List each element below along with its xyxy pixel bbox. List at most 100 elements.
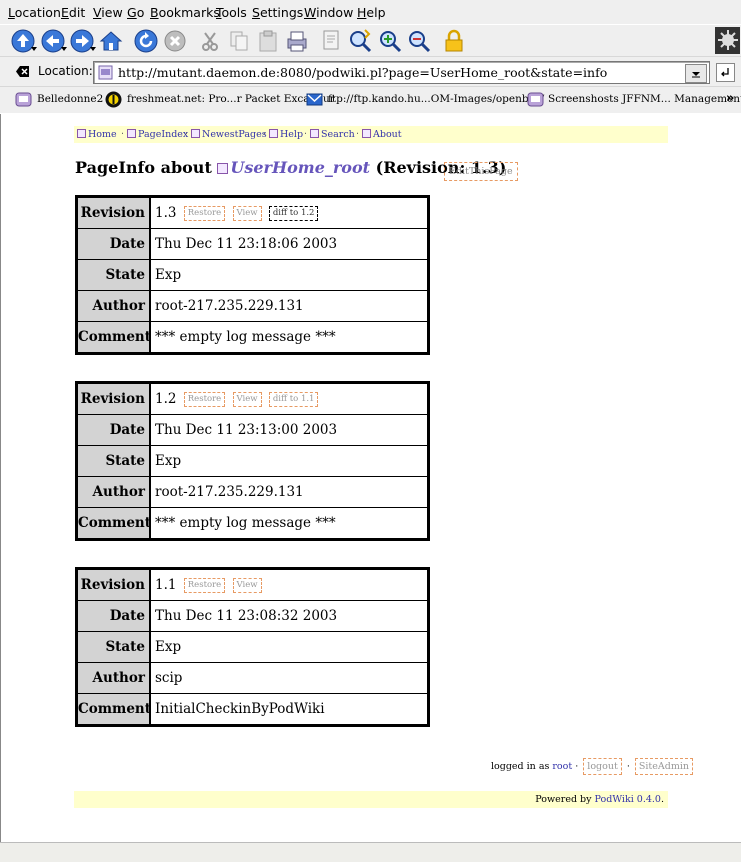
date-label: Date [78,601,151,631]
bookmark-1[interactable]: Belledonne2 [37,93,103,105]
edit-this-page-button[interactable]: EditThisPage [444,162,518,181]
location-bar: Location: http://mutant.daemon.de:8080/p… [0,56,741,86]
bookmark-2-icon [105,91,122,108]
state-value: Exp [155,453,182,469]
print-icon[interactable] [284,28,310,54]
bookmark-4-icon [527,91,544,108]
nav-help[interactable]: Help [269,129,303,140]
state-value: Exp [155,639,182,655]
menu-tools[interactable]: Tools [216,5,247,20]
stop-icon[interactable] [162,28,188,54]
date-label: Date [78,229,151,259]
url-history-dropdown[interactable] [685,64,707,83]
nav-about[interactable]: About [362,129,402,140]
menu-help[interactable]: Help [357,5,386,20]
menu-bookmarks[interactable]: Bookmarks [150,5,220,20]
view-button[interactable]: View [232,392,262,407]
menu-settings[interactable]: Settings [252,5,303,20]
comment-label: Comment [78,322,151,352]
wiki-nav-bar: Home · PageIndex · NewestPages · Help · … [74,126,668,143]
diff-button[interactable]: diff to 1.2 [268,206,319,221]
menu-edit[interactable]: Edit [61,5,85,20]
nav-home[interactable]: Home [77,129,117,140]
restore-button[interactable]: Restore [183,392,226,407]
revision-number: 1.2 [155,391,177,407]
view-button[interactable]: View [232,206,262,221]
state-row: State Exp [78,446,427,477]
view-button[interactable]: View [232,578,262,593]
url-input[interactable]: http://mutant.daemon.de:8080/podwiki.pl?… [93,61,710,84]
title-prefix: PageInfo about [75,158,212,177]
author-row: Author root-217.235.229.131 [78,477,427,508]
more-bookmarks-icon[interactable]: » [726,91,734,106]
diff-button[interactable]: diff to 1.1 [268,392,319,407]
podwiki-link[interactable]: PodWiki 0.4.0 [595,794,661,805]
author-row: Author scip [78,663,427,694]
author-value: root-217.235.229.131 [155,484,304,500]
state-value: Exp [155,267,182,283]
bookmark-4[interactable]: Screenshosts JFFNM... Management Sy [548,93,741,105]
copy-icon[interactable] [226,28,252,54]
page-icon [127,129,136,138]
bookmark-3-icon [306,91,323,108]
nav-pageindex[interactable]: PageIndex [127,129,188,140]
bookmark-2[interactable]: freshmeat.net: Pro...r Packet Excalibur [127,93,335,105]
page-title: PageInfo about UserHome_root (Revision: … [75,158,506,177]
author-label: Author [78,291,151,321]
menu-location[interactable]: Location [8,5,61,20]
paste-icon[interactable] [255,28,281,54]
zoom-in-icon[interactable] [347,28,373,54]
revision-table: Revision 1.2 Restore View diff to 1.1 Da… [75,381,430,541]
zoom-minus-icon[interactable] [406,28,432,54]
browser-chrome: Location Edit View Go Bookmarks Tools Se… [0,0,741,115]
print-preview-icon[interactable] [319,28,345,54]
bookmarks-toolbar: Belledonne2 freshmeat.net: Pro...r Packe… [0,86,741,115]
user-link[interactable]: root [552,761,572,772]
nav-search[interactable]: Search [310,129,355,140]
state-label: State [78,260,151,290]
lock-icon[interactable] [441,28,467,54]
go-button-icon[interactable] [716,63,735,82]
page-name-link[interactable]: UserHome_root [230,158,370,177]
restore-button[interactable]: Restore [183,578,226,593]
bookmark-3[interactable]: ftp://ftp.kando.hu...OM-Images/openbsd/ [328,93,544,105]
footer: Powered by PodWiki 0.4.0. [74,791,668,808]
date-value: Thu Dec 11 23:08:32 2003 [155,608,338,624]
zoom-plus-icon[interactable] [377,28,403,54]
state-row: State Exp [78,632,427,663]
author-row: Author root-217.235.229.131 [78,291,427,322]
menu-window[interactable]: Window [304,5,353,20]
throbber-icon[interactable] [715,27,740,54]
page-icon [191,129,200,138]
date-value: Thu Dec 11 23:13:00 2003 [155,422,338,438]
toolbar [0,24,741,57]
revision-table: Revision 1.3 Restore View diff to 1.2 Da… [75,195,430,355]
revision-value: 1.3 Restore View diff to 1.2 [155,198,319,228]
author-label: Author [78,663,151,693]
menu-go[interactable]: Go [127,5,144,20]
restore-button[interactable]: Restore [183,206,226,221]
location-label: Location: [38,64,93,78]
comment-label: Comment [78,694,151,724]
revision-row: Revision 1.3 Restore View diff to 1.2 [78,198,427,229]
page-icon [269,129,278,138]
date-row: Date Thu Dec 11 23:13:00 2003 [78,415,427,446]
login-status: logged in as root · logout · SiteAdmin [491,758,695,775]
siteadmin-button[interactable]: SiteAdmin [634,758,693,775]
page-icon [310,129,319,138]
reload-icon[interactable] [133,28,159,54]
home-icon[interactable] [98,28,124,54]
clear-location-icon[interactable] [16,65,30,78]
cut-icon[interactable] [197,28,223,54]
logout-button[interactable]: logout [583,758,622,775]
status-bar [0,842,741,862]
date-row: Date Thu Dec 11 23:08:32 2003 [78,601,427,632]
page-favicon-icon [98,65,113,80]
revision-label: Revision [78,570,151,600]
author-label: Author [78,477,151,507]
nav-newestpages[interactable]: NewestPages [191,129,267,140]
menu-view[interactable]: View [93,5,123,20]
comment-value: InitialCheckinByPodWiki [155,701,325,717]
comment-row: Comment *** empty log message *** [78,508,427,538]
page-icon [217,163,229,174]
